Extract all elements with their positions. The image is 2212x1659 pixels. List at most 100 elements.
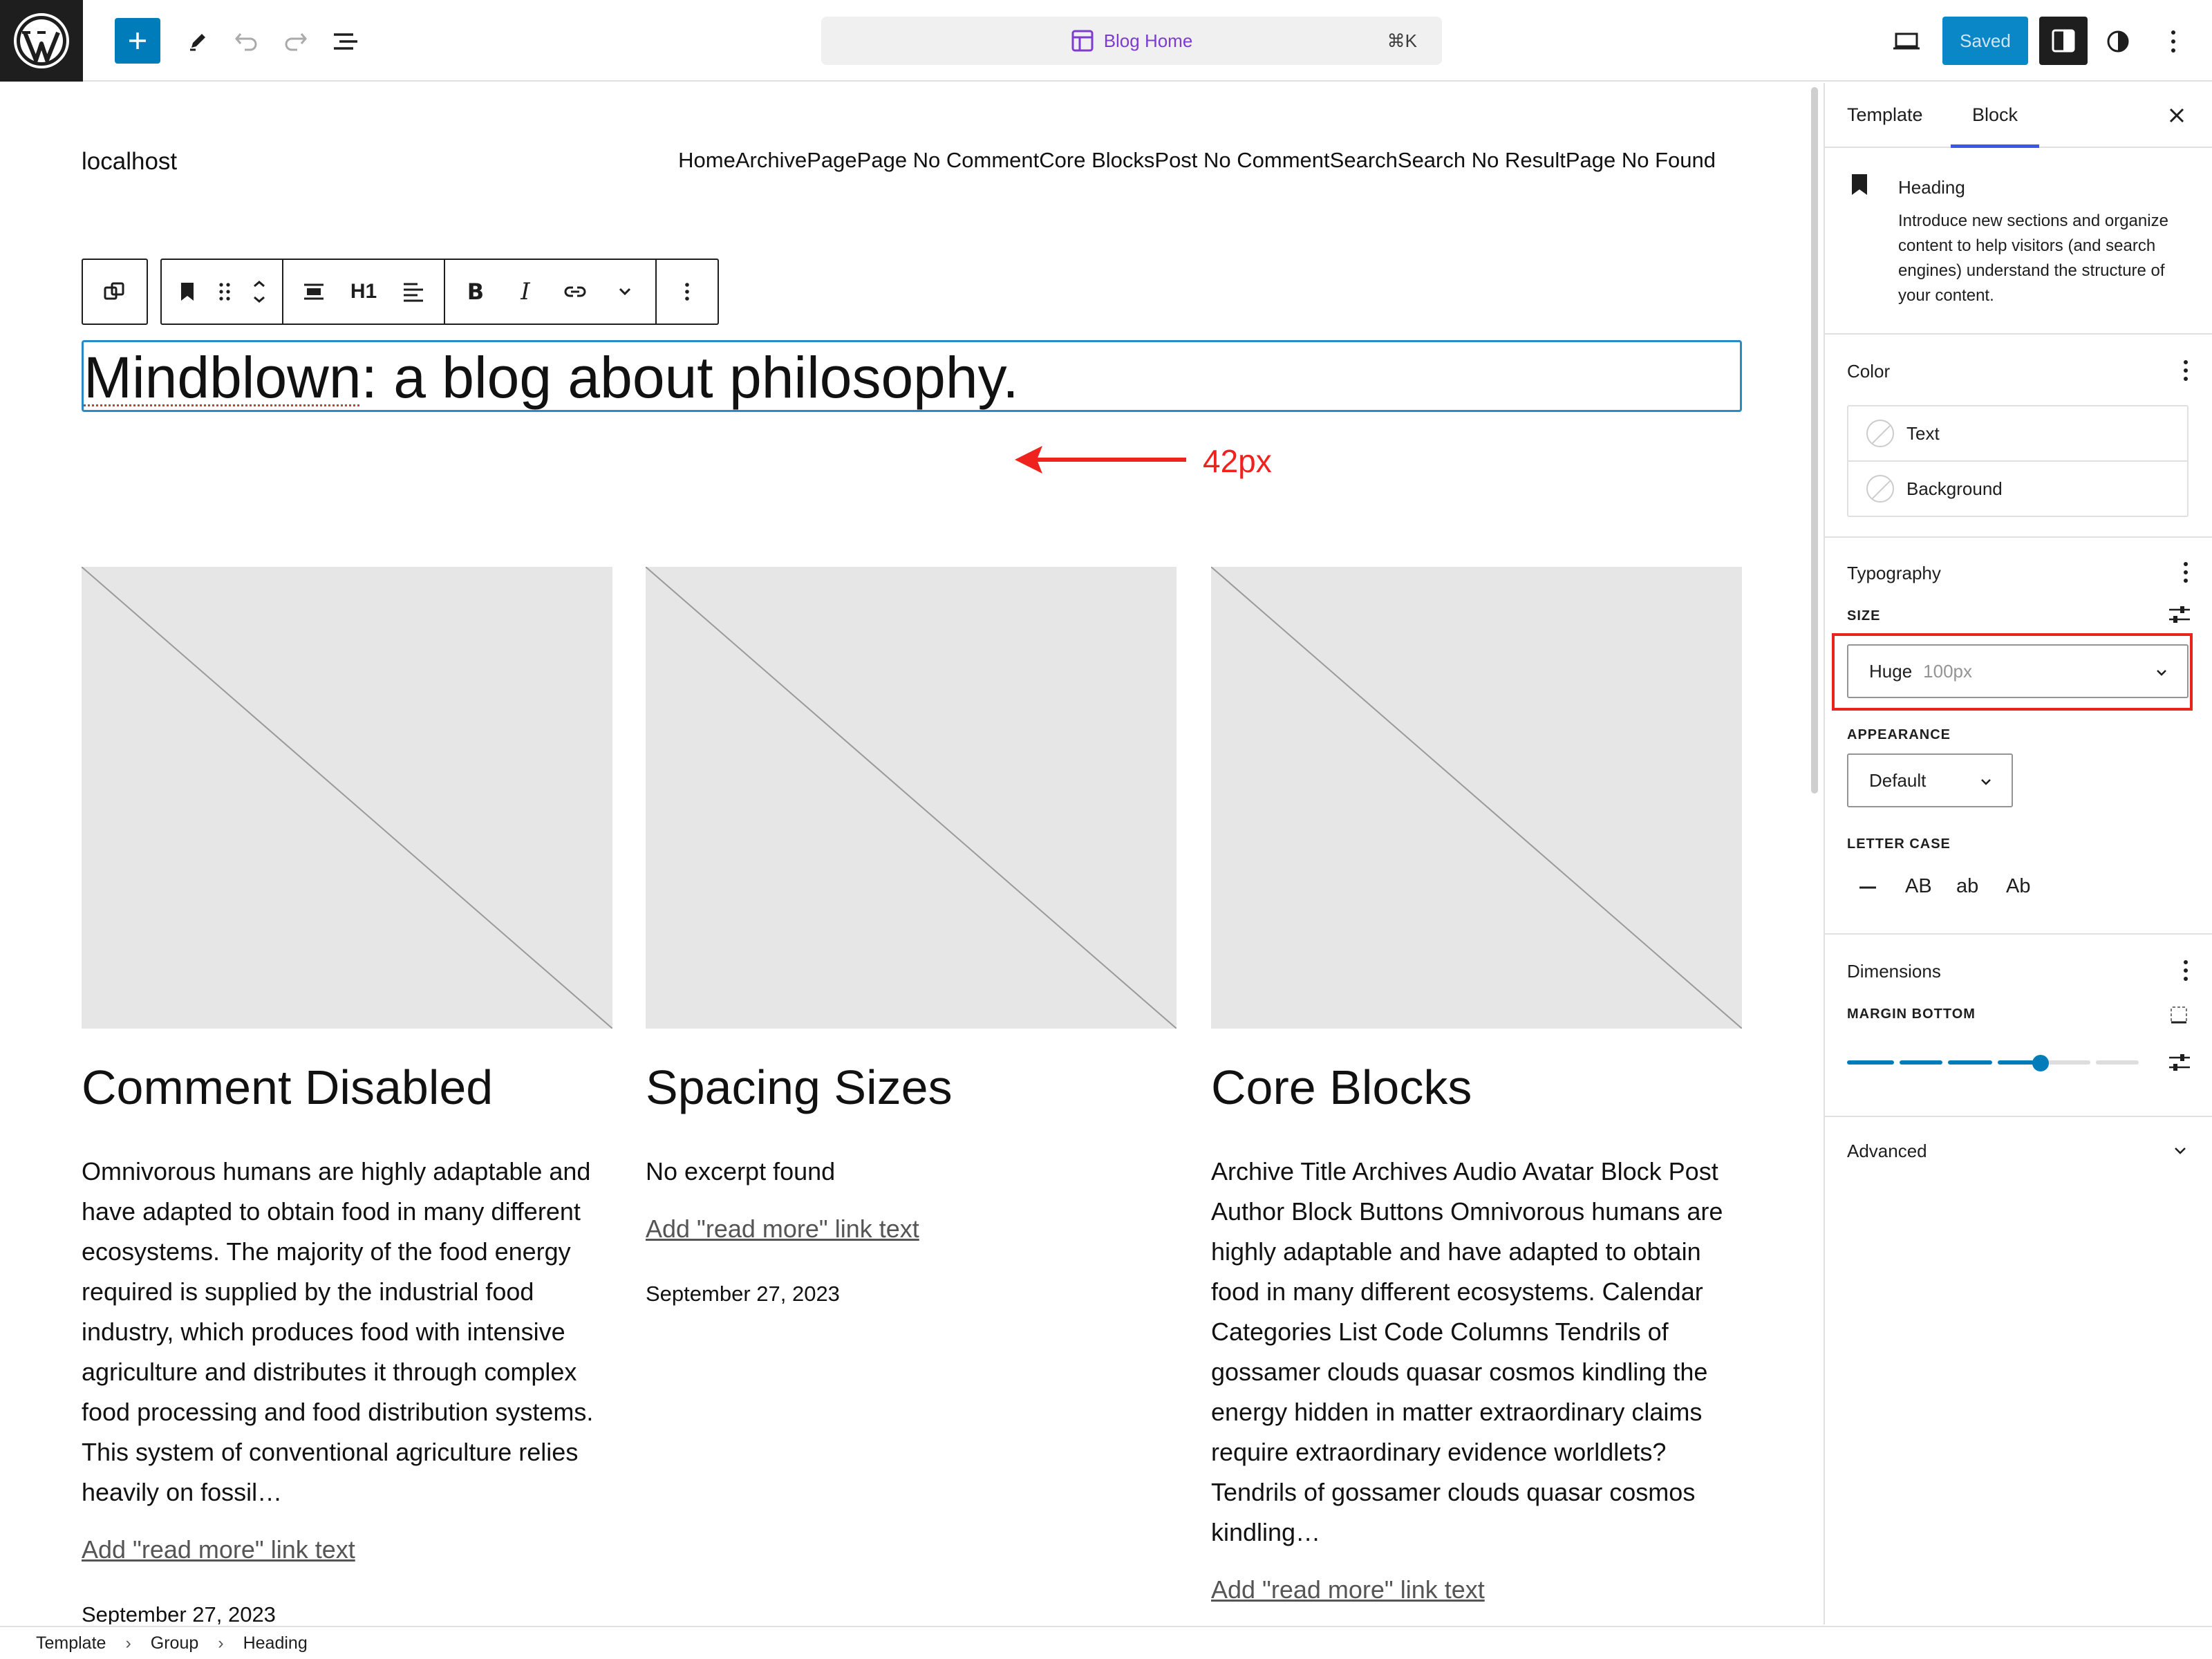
more-vertical-icon xyxy=(2171,30,2175,53)
edit-tool-button[interactable] xyxy=(181,25,214,58)
block-type-button[interactable] xyxy=(167,260,207,324)
nav-item[interactable]: Post No Comment xyxy=(1154,148,1329,173)
more-formatting-button[interactable] xyxy=(600,260,650,324)
nav-item[interactable]: Archive xyxy=(735,148,807,173)
breadcrumb-item-template[interactable]: Template xyxy=(36,1633,106,1653)
post-card: Core Blocks Archive Title Archives Audio… xyxy=(1211,567,1742,1609)
command-palette-bar[interactable]: Blog Home ⌘K xyxy=(821,17,1442,65)
read-more-link[interactable]: Add "read more" link text xyxy=(1211,1571,1742,1609)
nav-item[interactable]: Search xyxy=(1330,148,1398,173)
typography-panel: Typography SIZE Huge 100px APPEARANCE De… xyxy=(1825,539,2212,935)
letter-case-none-icon[interactable] xyxy=(1858,885,1877,890)
chevron-down-icon[interactable] xyxy=(2172,1142,2188,1159)
font-size-value: Huge xyxy=(1869,660,1913,682)
featured-image-placeholder[interactable] xyxy=(1211,567,1742,1029)
featured-image-placeholder[interactable] xyxy=(646,567,1177,1029)
annotation-label: 42px xyxy=(1203,443,1272,479)
add-block-button[interactable] xyxy=(115,18,160,64)
styles-button[interactable] xyxy=(2101,25,2135,58)
post-excerpt[interactable]: No excerpt found xyxy=(646,1152,1177,1192)
nav-item[interactable]: Page No Comment xyxy=(857,148,1040,173)
editor-canvas[interactable]: localhost Home Archive Page Page No Comm… xyxy=(0,83,1810,1624)
post-title[interactable]: Comment Disabled xyxy=(82,1059,612,1116)
site-navigation: Home Archive Page Page No Comment Core B… xyxy=(678,148,1716,173)
advanced-panel[interactable]: Advanced xyxy=(1825,1118,2212,1185)
undo-button[interactable] xyxy=(229,25,263,58)
drag-handle[interactable] xyxy=(207,260,242,324)
post-title[interactable]: Spacing Sizes xyxy=(646,1059,1177,1116)
breadcrumb-item-group[interactable]: Group xyxy=(151,1633,198,1653)
nav-item[interactable]: Page No Found xyxy=(1566,148,1716,173)
appearance-select[interactable]: Default xyxy=(1847,753,2013,807)
italic-button[interactable]: I xyxy=(500,260,550,324)
wordpress-logo-icon[interactable] xyxy=(0,0,83,82)
post-excerpt[interactable]: Archive Title Archives Audio Avatar Bloc… xyxy=(1211,1152,1742,1553)
document-title[interactable]: Blog Home xyxy=(821,17,1442,65)
nav-item[interactable]: Page xyxy=(807,148,856,173)
tab-block[interactable]: Block xyxy=(1951,83,2039,148)
pencil-icon xyxy=(190,34,205,51)
half-circle-contrast-icon xyxy=(2107,30,2129,53)
chevron-down-icon xyxy=(1981,779,1991,785)
link-button[interactable] xyxy=(550,260,600,324)
text-align-button[interactable] xyxy=(388,260,438,324)
custom-size-toggle-icon[interactable] xyxy=(2168,604,2191,625)
breadcrumb-item-heading[interactable]: Heading xyxy=(243,1633,308,1653)
options-menu-button[interactable] xyxy=(2157,25,2190,58)
custom-value-toggle-icon[interactable] xyxy=(2168,1052,2191,1073)
select-parent-button[interactable] xyxy=(90,260,140,324)
more-vertical-icon[interactable] xyxy=(2183,959,2188,982)
bookmark-icon xyxy=(181,283,194,301)
site-title[interactable]: localhost xyxy=(82,148,177,176)
block-toolbar: H1 B I xyxy=(82,259,719,325)
more-vertical-icon[interactable] xyxy=(2183,359,2188,382)
typography-panel-title[interactable]: Typography xyxy=(1847,563,1941,584)
font-size-select[interactable]: Huge 100px xyxy=(1847,644,2188,698)
post-title[interactable]: Core Blocks xyxy=(1211,1059,1742,1116)
shortcut-hint: ⌘K xyxy=(1387,30,1417,51)
post-excerpt[interactable]: Omnivorous humans are highly adaptable a… xyxy=(82,1152,612,1512)
tab-template[interactable]: Template xyxy=(1847,83,1923,148)
nav-item[interactable]: Home xyxy=(678,148,735,173)
document-overview-button[interactable] xyxy=(329,25,362,58)
save-button[interactable]: Saved xyxy=(1942,17,2028,65)
close-icon[interactable] xyxy=(2165,104,2188,127)
uppercase-button[interactable]: AB xyxy=(1905,875,1932,898)
read-more-link[interactable]: Add "read more" link text xyxy=(646,1210,1177,1248)
dimensions-panel-title[interactable]: Dimensions xyxy=(1847,961,1941,982)
heading-text[interactable]: Mindblown: a blog about philosophy. xyxy=(84,346,1019,409)
image-placeholder-icon xyxy=(646,567,1177,1029)
heading-level-button[interactable]: H1 xyxy=(339,260,388,324)
color-background-button[interactable]: Background xyxy=(1847,460,2188,517)
slider-step xyxy=(2046,1060,2090,1065)
nav-item[interactable]: Core Blocks xyxy=(1039,148,1154,173)
settings-sidebar: Template Block Heading Introduce new sec… xyxy=(1824,83,2212,1624)
annotation-arrow-icon xyxy=(1015,446,1186,474)
slider-step xyxy=(1847,1060,1894,1065)
bold-button[interactable]: B xyxy=(451,260,500,324)
move-up-down-buttons[interactable] xyxy=(242,260,276,324)
device-preview-button[interactable] xyxy=(1890,25,1923,58)
featured-image-placeholder[interactable] xyxy=(82,567,612,1029)
post-date[interactable]: September 27, 2023 xyxy=(646,1280,1177,1308)
color-text-button[interactable]: Text xyxy=(1847,405,2188,462)
color-item-label: Background xyxy=(1906,478,2003,499)
heading-block[interactable]: Mindblown: a blog about philosophy. xyxy=(82,340,1742,412)
post-date[interactable]: September 27, 2023 xyxy=(82,1601,612,1624)
advanced-panel-title[interactable]: Advanced xyxy=(1847,1141,1927,1162)
settings-toggle-button[interactable] xyxy=(2039,17,2088,65)
sidebar-tabs: Template Block xyxy=(1825,83,2212,148)
nav-item[interactable]: Search No Result xyxy=(1398,148,1566,173)
block-options-button[interactable] xyxy=(662,260,712,324)
read-more-link[interactable]: Add "read more" link text xyxy=(82,1530,612,1569)
unlink-sides-icon[interactable] xyxy=(2169,1005,2188,1024)
lowercase-button[interactable]: ab xyxy=(1956,875,1978,898)
align-button[interactable] xyxy=(289,260,339,324)
block-card-description: Introduce new sections and organize cont… xyxy=(1898,212,2168,305)
capitalize-button[interactable]: Ab xyxy=(2006,875,2030,898)
canvas-scrollbar[interactable] xyxy=(1811,87,1818,794)
redo-button[interactable] xyxy=(279,25,312,58)
color-panel-title[interactable]: Color xyxy=(1847,361,1890,382)
slider-thumb[interactable] xyxy=(2032,1055,2049,1071)
more-vertical-icon[interactable] xyxy=(2183,561,2188,583)
